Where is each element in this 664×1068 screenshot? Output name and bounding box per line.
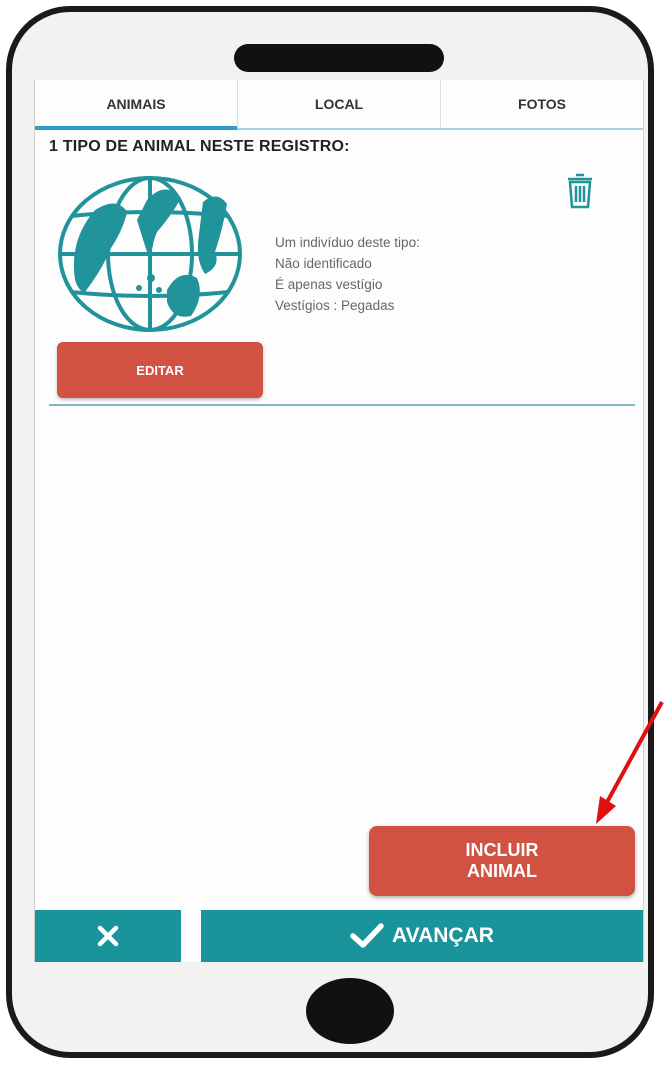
trash-icon[interactable] bbox=[565, 172, 595, 210]
next-button[interactable]: AVANÇAR bbox=[201, 910, 643, 962]
home-button[interactable] bbox=[306, 978, 394, 1044]
app-screen: ANIMAIS LOCAL FOTOS 1 TIPO DE ANIMAL NES… bbox=[34, 80, 644, 962]
tab-bar: ANIMAIS LOCAL FOTOS bbox=[35, 80, 643, 130]
next-button-label: AVANÇAR bbox=[392, 924, 494, 947]
info-line: Um indivíduo deste tipo: bbox=[275, 235, 420, 250]
add-animal-button[interactable]: INCLUIR ANIMAL bbox=[369, 826, 635, 896]
animals-globe-logo bbox=[58, 176, 242, 332]
close-icon bbox=[97, 925, 119, 947]
add-animal-label-line2: ANIMAL bbox=[467, 861, 537, 881]
bottom-bar: AVANÇAR bbox=[35, 910, 643, 962]
animal-info: Um indivíduo deste tipo: Não identificad… bbox=[275, 232, 420, 316]
phone-speaker bbox=[234, 44, 444, 72]
edit-button[interactable]: EDITAR bbox=[57, 342, 263, 398]
red-arrow-icon bbox=[596, 701, 664, 824]
info-line: Não identificado bbox=[275, 256, 372, 271]
tab-fotos[interactable]: FOTOS bbox=[441, 80, 643, 128]
add-animal-label-line1: INCLUIR bbox=[465, 840, 539, 860]
check-icon bbox=[350, 923, 384, 948]
info-line: É apenas vestígio bbox=[275, 277, 383, 292]
close-button[interactable] bbox=[35, 910, 181, 962]
tab-animais[interactable]: ANIMAIS bbox=[35, 80, 238, 130]
page-title: 1 TIPO DE ANIMAL NESTE REGISTRO: bbox=[49, 138, 350, 155]
info-line: Vestígios : Pegadas bbox=[275, 298, 395, 313]
tab-local[interactable]: LOCAL bbox=[238, 80, 441, 128]
divider bbox=[49, 404, 635, 406]
